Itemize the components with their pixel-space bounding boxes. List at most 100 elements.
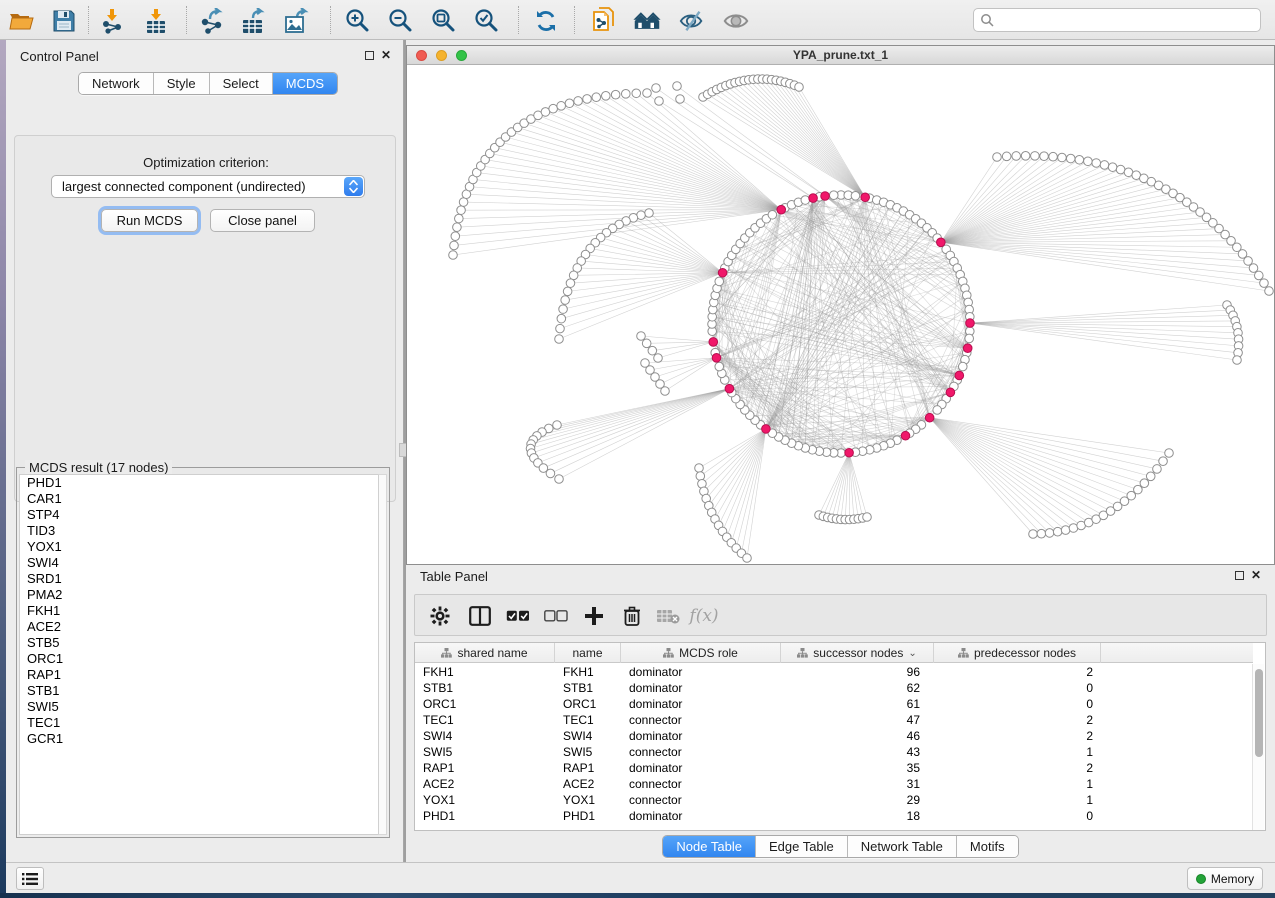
network-node[interactable] — [1031, 152, 1040, 161]
network-node[interactable] — [655, 97, 664, 106]
mcds-node[interactable] — [925, 413, 934, 422]
network-node[interactable] — [553, 421, 562, 430]
network-node[interactable] — [450, 241, 459, 250]
network-node[interactable] — [611, 90, 620, 99]
network-canvas[interactable] — [407, 65, 1274, 564]
network-node[interactable] — [559, 305, 568, 314]
show-hidden-icon[interactable] — [722, 7, 750, 35]
network-node[interactable] — [1108, 163, 1117, 172]
mcds-node[interactable] — [821, 192, 830, 201]
network-node[interactable] — [1233, 356, 1242, 365]
table-row[interactable]: SWI4SWI4dominator462 — [415, 728, 1253, 744]
tab-network-table[interactable]: Network Table — [848, 836, 957, 857]
network-node[interactable] — [743, 554, 752, 563]
network-node[interactable] — [556, 324, 565, 333]
network-node[interactable] — [637, 332, 646, 341]
network-node[interactable] — [958, 362, 967, 371]
mcds-result-item[interactable]: TID3 — [20, 523, 379, 539]
run-mcds-button[interactable]: Run MCDS — [101, 209, 198, 232]
network-node[interactable] — [1053, 527, 1062, 536]
network-node[interactable] — [695, 464, 704, 473]
save-session-icon[interactable] — [50, 7, 78, 35]
mcds-result-item[interactable]: PHD1 — [20, 475, 379, 491]
mcds-result-item[interactable]: YOX1 — [20, 539, 379, 555]
mcds-node[interactable] — [966, 319, 975, 328]
table-row[interactable]: FKH1FKH1dominator962 — [415, 664, 1253, 680]
mcds-node[interactable] — [845, 448, 854, 457]
network-node[interactable] — [1249, 264, 1258, 273]
close-panel-button[interactable]: Close panel — [210, 209, 315, 232]
column-header-name[interactable]: name — [555, 643, 621, 663]
network-window-titlebar[interactable]: YPA_prune.txt_1 — [407, 46, 1274, 65]
network-node[interactable] — [648, 346, 657, 355]
table-row[interactable]: ACE2ACE2connector311 — [415, 776, 1253, 792]
network-node[interactable] — [1134, 485, 1143, 494]
mcds-result-item[interactable]: ACE2 — [20, 619, 379, 635]
zoom-selected-icon[interactable] — [473, 7, 501, 35]
mcds-node[interactable] — [762, 425, 771, 434]
mcds-result-item[interactable]: PMA2 — [20, 587, 379, 603]
network-node[interactable] — [1049, 152, 1058, 161]
table-row[interactable]: ORC1ORC1dominator610 — [415, 696, 1253, 712]
hide-selected-icon[interactable] — [678, 7, 706, 35]
export-network-icon[interactable] — [198, 7, 226, 35]
mcds-result-item[interactable]: SWI4 — [20, 555, 379, 571]
network-node[interactable] — [1066, 154, 1075, 163]
network-node[interactable] — [1140, 479, 1149, 488]
network-node[interactable] — [1254, 271, 1263, 280]
tab-select[interactable]: Select — [210, 73, 273, 94]
network-node[interactable] — [1244, 257, 1253, 266]
deselect-all-icon[interactable] — [543, 603, 569, 629]
mcds-node[interactable] — [712, 354, 721, 363]
network-node[interactable] — [602, 92, 611, 101]
network-node[interactable] — [715, 362, 724, 371]
table-scrollbar[interactable] — [1252, 664, 1264, 830]
network-node[interactable] — [1058, 153, 1067, 162]
select-all-icon[interactable] — [505, 603, 531, 629]
network-node[interactable] — [1061, 526, 1070, 535]
mcds-result-item[interactable]: TEC1 — [20, 715, 379, 731]
mcds-node[interactable] — [963, 344, 972, 353]
network-node[interactable] — [1260, 279, 1269, 288]
network-node[interactable] — [1045, 529, 1054, 538]
import-table-icon[interactable] — [142, 7, 170, 35]
network-node[interactable] — [1100, 161, 1109, 170]
network-node[interactable] — [1002, 152, 1011, 161]
network-node[interactable] — [555, 475, 564, 484]
mcds-result-item[interactable]: STB1 — [20, 683, 379, 699]
network-node[interactable] — [546, 469, 555, 478]
show-columns-icon[interactable] — [467, 603, 493, 629]
mcds-result-item[interactable]: FKH1 — [20, 603, 379, 619]
network-node[interactable] — [863, 513, 872, 522]
network-node[interactable] — [676, 95, 685, 104]
network-node[interactable] — [1146, 472, 1155, 481]
refresh-view-icon[interactable] — [532, 7, 560, 35]
zoom-in-icon[interactable] — [344, 7, 372, 35]
column-header-predecessor-nodes[interactable]: predecessor nodes — [934, 643, 1101, 663]
network-node[interactable] — [643, 89, 652, 98]
network-node[interactable] — [1040, 152, 1049, 161]
import-network-icon[interactable] — [98, 7, 126, 35]
network-node[interactable] — [829, 191, 838, 200]
mcds-node[interactable] — [709, 338, 718, 347]
table-row[interactable]: STB1STB1dominator620 — [415, 680, 1253, 696]
mcds-result-item[interactable]: ORC1 — [20, 651, 379, 667]
mcds-node[interactable] — [777, 205, 786, 214]
new-network-from-selection-icon[interactable] — [590, 7, 618, 35]
mcds-node[interactable] — [861, 193, 870, 202]
network-node[interactable] — [696, 472, 705, 481]
network-node[interactable] — [1092, 159, 1101, 168]
network-node[interactable] — [1165, 449, 1174, 458]
mcds-result-list[interactable]: PHD1CAR1STP4TID3YOX1SWI4SRD1PMA2FKH1ACE2… — [19, 474, 380, 835]
tab-mcds[interactable]: MCDS — [273, 73, 337, 94]
network-node[interactable] — [451, 232, 460, 241]
mcds-result-item[interactable]: SWI5 — [20, 699, 379, 715]
float-table-panel-icon[interactable] — [1235, 571, 1244, 580]
network-node[interactable] — [565, 99, 574, 108]
export-image-icon[interactable] — [283, 7, 311, 35]
network-node[interactable] — [592, 93, 601, 102]
network-node[interactable] — [673, 82, 682, 91]
mcds-node[interactable] — [946, 388, 955, 397]
open-file-icon[interactable] — [8, 7, 36, 35]
mcds-result-item[interactable]: STB5 — [20, 635, 379, 651]
